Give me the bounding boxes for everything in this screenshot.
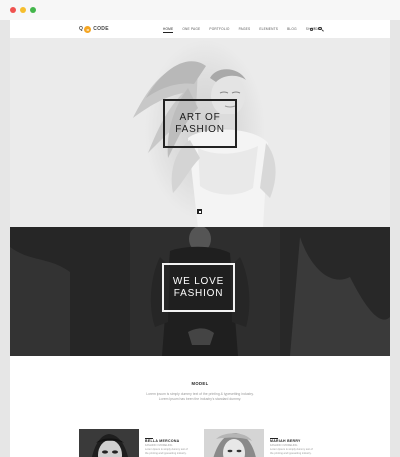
hero-slider: ART OF FASHION [10, 20, 390, 227]
model-section-title: MODEL [191, 381, 209, 386]
parallax-title-line-2: FASHION [173, 287, 224, 299]
minimize-dot[interactable] [20, 7, 26, 13]
site-header: Q o CODE Home One page Portfolio Pages E… [10, 20, 390, 38]
logo-text: CODE [93, 26, 109, 32]
model-section: MODEL Lorem ipsum is simply dummy text o… [10, 356, 390, 457]
nav-item-blog[interactable]: Blog [287, 27, 297, 31]
hero-title-box: ART OF FASHION [163, 99, 237, 148]
logo-letter: Q [79, 26, 84, 32]
nav-item-elements[interactable]: Elements [259, 27, 278, 31]
model-photo [79, 429, 139, 457]
nav-item-home[interactable]: Home [163, 27, 174, 33]
model-role: FASHION / MODELING [270, 444, 298, 447]
hero-title-line-2: FASHION [175, 123, 225, 135]
model-section-description: Lorem ipsum is simply dummy text of the … [146, 392, 254, 401]
model-card[interactable]: MARIAH BERRY FASHION / MODELING Lorem Ip… [204, 429, 344, 457]
cart-icon [310, 27, 313, 31]
maximize-dot[interactable] [30, 7, 36, 13]
slider-navigation-dot[interactable] [197, 209, 202, 214]
nav-item-pages[interactable]: Pages [239, 27, 251, 31]
parallax-section: WE LOVE FASHION [10, 227, 390, 356]
logo-circle-icon: o [84, 25, 92, 33]
site-logo[interactable]: Q o CODE [79, 25, 109, 33]
model-photo [204, 429, 264, 457]
close-dot[interactable] [10, 7, 16, 13]
model-role: FASHION / MODELING [145, 444, 173, 447]
logo-circle-char: o [86, 26, 89, 32]
model-card[interactable]: BELLA MERCONA FASHION / MODELING Lorem I… [79, 429, 219, 457]
nav-item-portfolio[interactable]: Portfolio [209, 27, 229, 31]
model-bio: Lorem Ipsum is simply dummy text of the … [145, 448, 188, 455]
page-viewport: ART OF FASHION Q o CODE Home One page Po… [10, 20, 390, 457]
main-navigation: Home One page Portfolio Pages Elements B… [163, 27, 316, 33]
browser-title-bar [0, 0, 400, 20]
we-love-fashion-box: WE LOVE FASHION [162, 263, 235, 312]
hero-title-line-1: ART OF [179, 111, 221, 123]
model-name[interactable]: MARIAH BERRY [270, 439, 301, 443]
parallax-title-line-1: WE LOVE [172, 275, 225, 287]
nav-item-one-page[interactable]: One page [182, 27, 200, 31]
model-name[interactable]: BELLA MERCONA [145, 439, 180, 443]
search-icon[interactable] [318, 26, 322, 30]
model-bio: Lorem Ipsum is simply dummy text of the … [270, 448, 313, 455]
